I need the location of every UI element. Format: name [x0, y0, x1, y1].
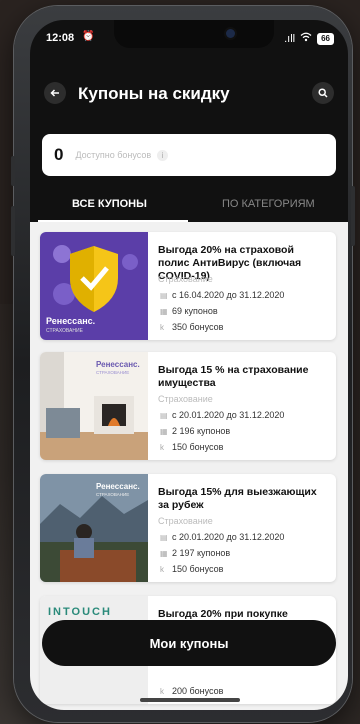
coupon-dates-text: с 16.04.2020 до 31.12.2020 — [172, 290, 285, 300]
tab-by-category[interactable]: ПО КАТЕГОРИЯМ — [222, 198, 315, 210]
status-bar: 12:08 ⏰ .ıll 66 — [30, 20, 348, 60]
ticket-icon: ▦ — [160, 426, 168, 436]
coupon-dates: ▤ с 16.04.2020 до 31.12.2020 — [160, 290, 284, 300]
coupon-bonuses: k 200 бонусов — [160, 686, 223, 696]
coupon-title: Выгода 15 % на страхование имущества — [158, 364, 309, 389]
brand-logo: Ренессанс. — [46, 316, 96, 326]
coupon-bonuses: k 150 бонусов — [160, 564, 223, 574]
coupon-title: Выгода 15% для выезжающих за рубеж — [158, 486, 317, 511]
alarm-icon: ⏰ — [82, 31, 95, 42]
brand-logo: Ренессанс. — [96, 360, 140, 369]
bonus-icon: k — [160, 686, 164, 696]
coupon-dates-text: с 20.01.2020 до 31.12.2020 — [172, 410, 285, 420]
brand-sub: СТРАХОВАНИЕ — [96, 492, 130, 497]
coupon-bonuses-text: 150 бонусов — [172, 564, 224, 574]
coupon-count-text: 2 196 купонов — [172, 426, 231, 436]
bonus-icon: k — [160, 442, 164, 452]
brand-logo: INTOUCH — [48, 606, 112, 618]
status-time: 12:08 — [46, 32, 75, 44]
volume-button — [11, 206, 15, 256]
brand-sub: СТРАХОВАНИЕ — [96, 370, 130, 375]
wifi-icon — [300, 32, 312, 45]
app-header: Купоны на скидку — [30, 60, 348, 116]
coupon-dates: ▤ с 20.01.2020 до 31.12.2020 — [160, 532, 284, 542]
status-icons: .ıll 66 — [284, 32, 334, 45]
coupon-card[interactable]: Ренессанс. СТРАХОВАНИЕ Выгода 20% на стр… — [40, 232, 336, 340]
volume-button — [11, 156, 15, 186]
notch — [114, 20, 274, 48]
page-title: Купоны на скидку — [78, 84, 230, 103]
app-screen: 12:08 ⏰ .ıll 66 Купоны на скидку 0 Досту… — [30, 20, 348, 710]
coupon-dates-text: с 20.01.2020 до 31.12.2020 — [172, 532, 285, 542]
ticket-icon: ▦ — [160, 306, 168, 316]
coupon-card[interactable]: Ренессанс. СТРАХОВАНИЕ Выгода 15 % на ст… — [40, 352, 336, 460]
coupon-count-text: 69 купонов — [172, 306, 218, 316]
bonus-icon: k — [160, 322, 164, 332]
coupon-count: ▦ 2 196 купонов — [160, 426, 230, 436]
arrow-left-icon — [50, 89, 59, 97]
bonus-balance-box[interactable]: 0 Доступно бонусов i — [42, 134, 336, 176]
tabs: ВСЕ КУПОНЫ ПО КАТЕГОРИЯМ — [30, 190, 348, 222]
home-indicator — [140, 698, 240, 702]
coupon-bonuses-text: 150 бонусов — [172, 442, 224, 452]
brand-sub: СТРАХОВАНИЕ — [46, 328, 83, 334]
calendar-icon: ▤ — [160, 532, 168, 542]
back-button[interactable] — [44, 82, 66, 104]
bonus-icon: k — [160, 564, 164, 574]
coupon-count: ▦ 2 197 купонов — [160, 548, 230, 558]
bonus-value: 0 — [54, 145, 64, 164]
power-button — [351, 186, 355, 246]
coupon-bonuses: k 350 бонусов — [160, 322, 223, 332]
search-button[interactable] — [312, 82, 334, 104]
coupon-category: Страхование — [158, 274, 213, 284]
calendar-icon: ▤ — [160, 410, 168, 420]
calendar-icon: ▤ — [160, 290, 168, 300]
my-coupons-button[interactable]: Мои купоны — [42, 620, 336, 666]
brand-logo: Ренессанс. — [96, 482, 140, 491]
search-icon — [318, 88, 328, 98]
coupon-bonuses-text: 200 бонусов — [172, 686, 224, 696]
coupon-category: Страхование — [158, 516, 213, 526]
info-icon[interactable]: i — [157, 149, 169, 161]
coupon-count-text: 2 197 купонов — [172, 548, 231, 558]
coupon-image: Ренессанс. СТРАХОВАНИЕ — [40, 232, 148, 340]
coupon-image: Ренессанс. СТРАХОВАНИЕ — [40, 474, 148, 582]
tab-all-coupons[interactable]: ВСЕ КУПОНЫ — [72, 198, 147, 210]
coupon-category: Страхование — [158, 394, 213, 404]
coupon-bonuses-text: 350 бонусов — [172, 322, 224, 332]
signal-icon: .ıll — [284, 32, 296, 45]
coupon-dates: ▤ с 20.01.2020 до 31.12.2020 — [160, 410, 284, 420]
battery-icon: 66 — [317, 32, 334, 45]
coupon-bonuses: k 150 бонусов — [160, 442, 223, 452]
coupon-count: ▦ 69 купонов — [160, 306, 218, 316]
coupon-image: Ренессанс. СТРАХОВАНИЕ — [40, 352, 148, 460]
ticket-icon: ▦ — [160, 548, 168, 558]
coupon-card[interactable]: Ренессанс. СТРАХОВАНИЕ Выгода 15% для вы… — [40, 474, 336, 582]
camera-icon — [226, 29, 235, 38]
bonus-label: Доступно бонусов — [75, 150, 152, 160]
